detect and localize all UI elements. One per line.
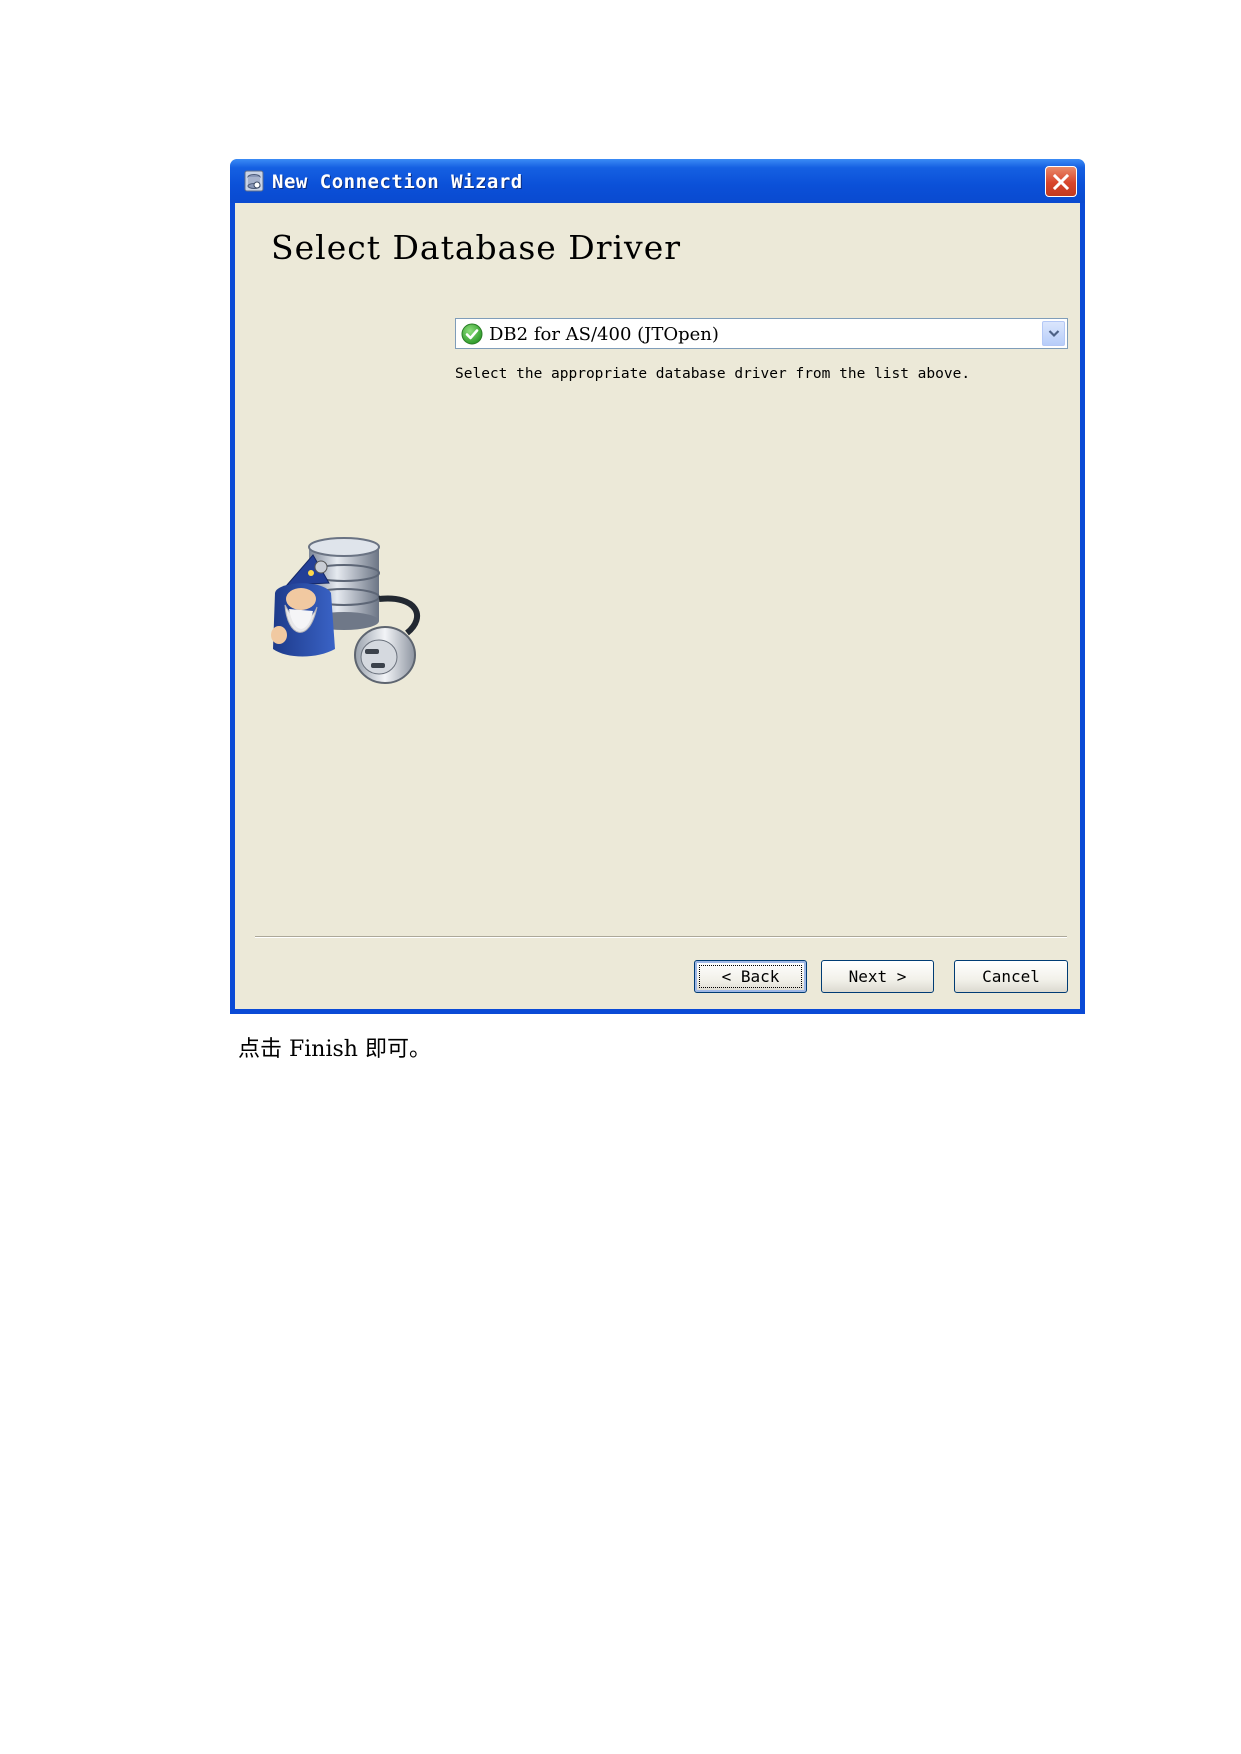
page-title: Select Database Driver — [271, 228, 682, 267]
back-button[interactable]: < Back — [694, 960, 807, 993]
wizard-content: Select Database Driver DB2 for AS/400 (J… — [235, 203, 1080, 1009]
title-bar[interactable]: New Connection Wizard — [230, 159, 1085, 203]
document-caption: 点击 Finish 即可。 — [238, 1037, 431, 1062]
green-check-icon — [461, 323, 483, 345]
app-icon — [244, 170, 264, 192]
new-connection-wizard-window: New Connection Wizard Select Database Dr… — [230, 159, 1085, 1014]
next-button[interactable]: Next > — [821, 960, 934, 993]
close-button[interactable] — [1045, 166, 1077, 197]
dropdown-toggle[interactable] — [1042, 321, 1065, 346]
close-icon — [1052, 173, 1070, 190]
chevron-down-icon — [1048, 330, 1059, 338]
database-driver-select[interactable]: DB2 for AS/400 (JTOpen) — [455, 318, 1068, 349]
driver-hint-text: Select the appropriate database driver f… — [455, 366, 971, 382]
cancel-button-label: Cancel — [982, 967, 1040, 986]
cancel-button[interactable]: Cancel — [954, 960, 1068, 993]
selected-driver: DB2 for AS/400 (JTOpen) — [489, 324, 719, 345]
window-title: New Connection Wizard — [272, 171, 523, 193]
wizard-database-plug-illustration — [271, 537, 420, 684]
focus-ring — [699, 965, 802, 988]
footer-separator — [255, 936, 1067, 938]
next-button-label: Next > — [848, 967, 907, 986]
